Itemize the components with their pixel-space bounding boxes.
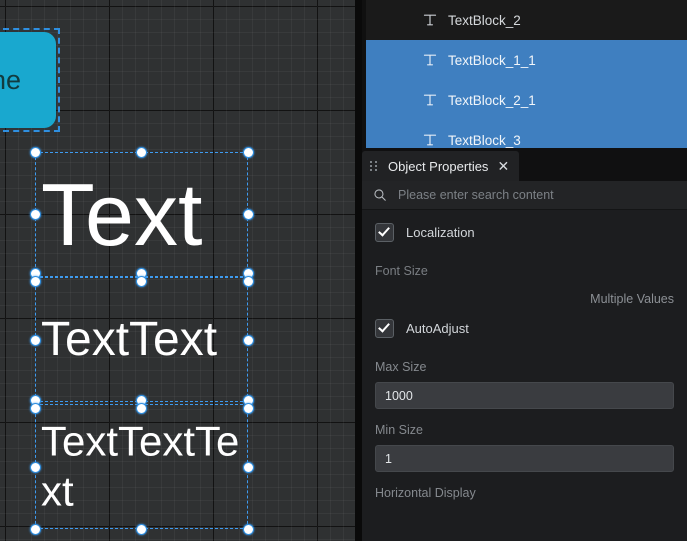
- resize-handle-top-right[interactable]: [243, 147, 254, 158]
- textblock-widget-3[interactable]: TextTextText: [35, 404, 248, 529]
- tree-item-textblock-3[interactable]: TextBlock_3: [362, 120, 687, 148]
- tree-item-label: TextBlock_2_1: [448, 92, 536, 108]
- resize-handle-top-right-3[interactable]: [243, 403, 254, 414]
- autoadjust-row[interactable]: AutoAdjust: [375, 310, 674, 346]
- tree-item-label: TextBlock_2: [448, 12, 521, 28]
- textblock-widget-2[interactable]: TextText: [35, 277, 248, 402]
- localization-label: Localization: [406, 224, 475, 240]
- search-icon: [374, 189, 386, 201]
- min-size-input[interactable]: [375, 445, 674, 472]
- resize-handle-top-center-2[interactable]: [136, 276, 147, 287]
- tree-item-textblock-1-1[interactable]: TextBlock_1_1: [362, 40, 687, 80]
- tree-panel-edge-selected: [362, 29, 365, 141]
- textblock-icon: [423, 94, 437, 106]
- autoadjust-checkbox[interactable]: [375, 318, 394, 338]
- resize-handle-bottom-right-3[interactable]: [243, 524, 254, 535]
- panel-divider[interactable]: [355, 0, 362, 541]
- tab-object-properties[interactable]: Object Properties ✕: [362, 151, 520, 181]
- properties-tabbar: Object Properties ✕: [362, 148, 687, 181]
- resize-handle-bottom-left-3[interactable]: [30, 524, 41, 535]
- max-size-label: Max Size: [375, 360, 427, 374]
- tree-item-label: TextBlock_1_1: [448, 52, 536, 68]
- resize-handle-top-left[interactable]: [30, 147, 41, 158]
- properties-fields: Localization Font Size Multiple Values A…: [362, 214, 687, 500]
- resize-handle-middle-left[interactable]: [30, 209, 41, 220]
- hierarchy-tree-panel: TextBlock_2 TextBlock_1_1 TextBlock_2_1 …: [362, 0, 687, 148]
- resize-handle-top-left-3[interactable]: [30, 403, 41, 414]
- textblock-icon: [423, 134, 437, 146]
- button-widget-label: ne: [0, 64, 22, 95]
- resize-handle-top-right-2[interactable]: [243, 276, 254, 287]
- button-widget[interactable]: ne: [0, 32, 56, 128]
- object-properties-panel: Object Properties ✕ Localization Font Si…: [362, 148, 687, 541]
- drag-handle-icon[interactable]: [370, 160, 380, 173]
- resize-handle-top-left-2[interactable]: [30, 276, 41, 287]
- localization-checkbox[interactable]: [375, 222, 394, 242]
- tree-item-textblock-2[interactable]: TextBlock_2: [362, 0, 687, 40]
- resize-handle-middle-right-2[interactable]: [243, 335, 254, 346]
- editor-window: ne Text TextText TextTextText: [0, 0, 687, 541]
- resize-handle-middle-left-2[interactable]: [30, 335, 41, 346]
- autoadjust-label: AutoAdjust: [406, 320, 469, 336]
- textblock-widget-3-label: TextTextText: [41, 417, 240, 515]
- textblock-icon: [423, 54, 437, 66]
- textblock-widget-1-label: Text: [41, 164, 203, 264]
- tree-item-textblock-2-1[interactable]: TextBlock_2_1: [362, 80, 687, 120]
- tree-item-label: TextBlock_3: [448, 132, 521, 148]
- resize-handle-top-center[interactable]: [136, 147, 147, 158]
- properties-search-row[interactable]: [362, 181, 687, 210]
- tab-label: Object Properties: [388, 158, 489, 174]
- font-size-label: Font Size: [375, 264, 428, 278]
- textblock-icon: [423, 14, 437, 26]
- textblock-widget-2-label: TextText: [41, 312, 218, 366]
- resize-handle-middle-left-3[interactable]: [30, 462, 41, 473]
- min-size-label: Min Size: [375, 423, 423, 437]
- textblock-widget-1[interactable]: Text: [35, 152, 248, 277]
- resize-handle-middle-right-3[interactable]: [243, 462, 254, 473]
- localization-row[interactable]: Localization: [375, 214, 674, 250]
- font-size-value: Multiple Values: [590, 292, 674, 306]
- horizontal-display-label: Horizontal Display: [375, 486, 476, 500]
- resize-handle-middle-right[interactable]: [243, 209, 254, 220]
- close-icon[interactable]: ✕: [497, 159, 509, 173]
- max-size-input[interactable]: [375, 382, 674, 409]
- resize-handle-top-center-3[interactable]: [136, 403, 147, 414]
- design-canvas[interactable]: ne Text TextText TextTextText: [0, 0, 355, 541]
- resize-handle-bottom-center-3[interactable]: [136, 524, 147, 535]
- search-input[interactable]: [398, 188, 687, 202]
